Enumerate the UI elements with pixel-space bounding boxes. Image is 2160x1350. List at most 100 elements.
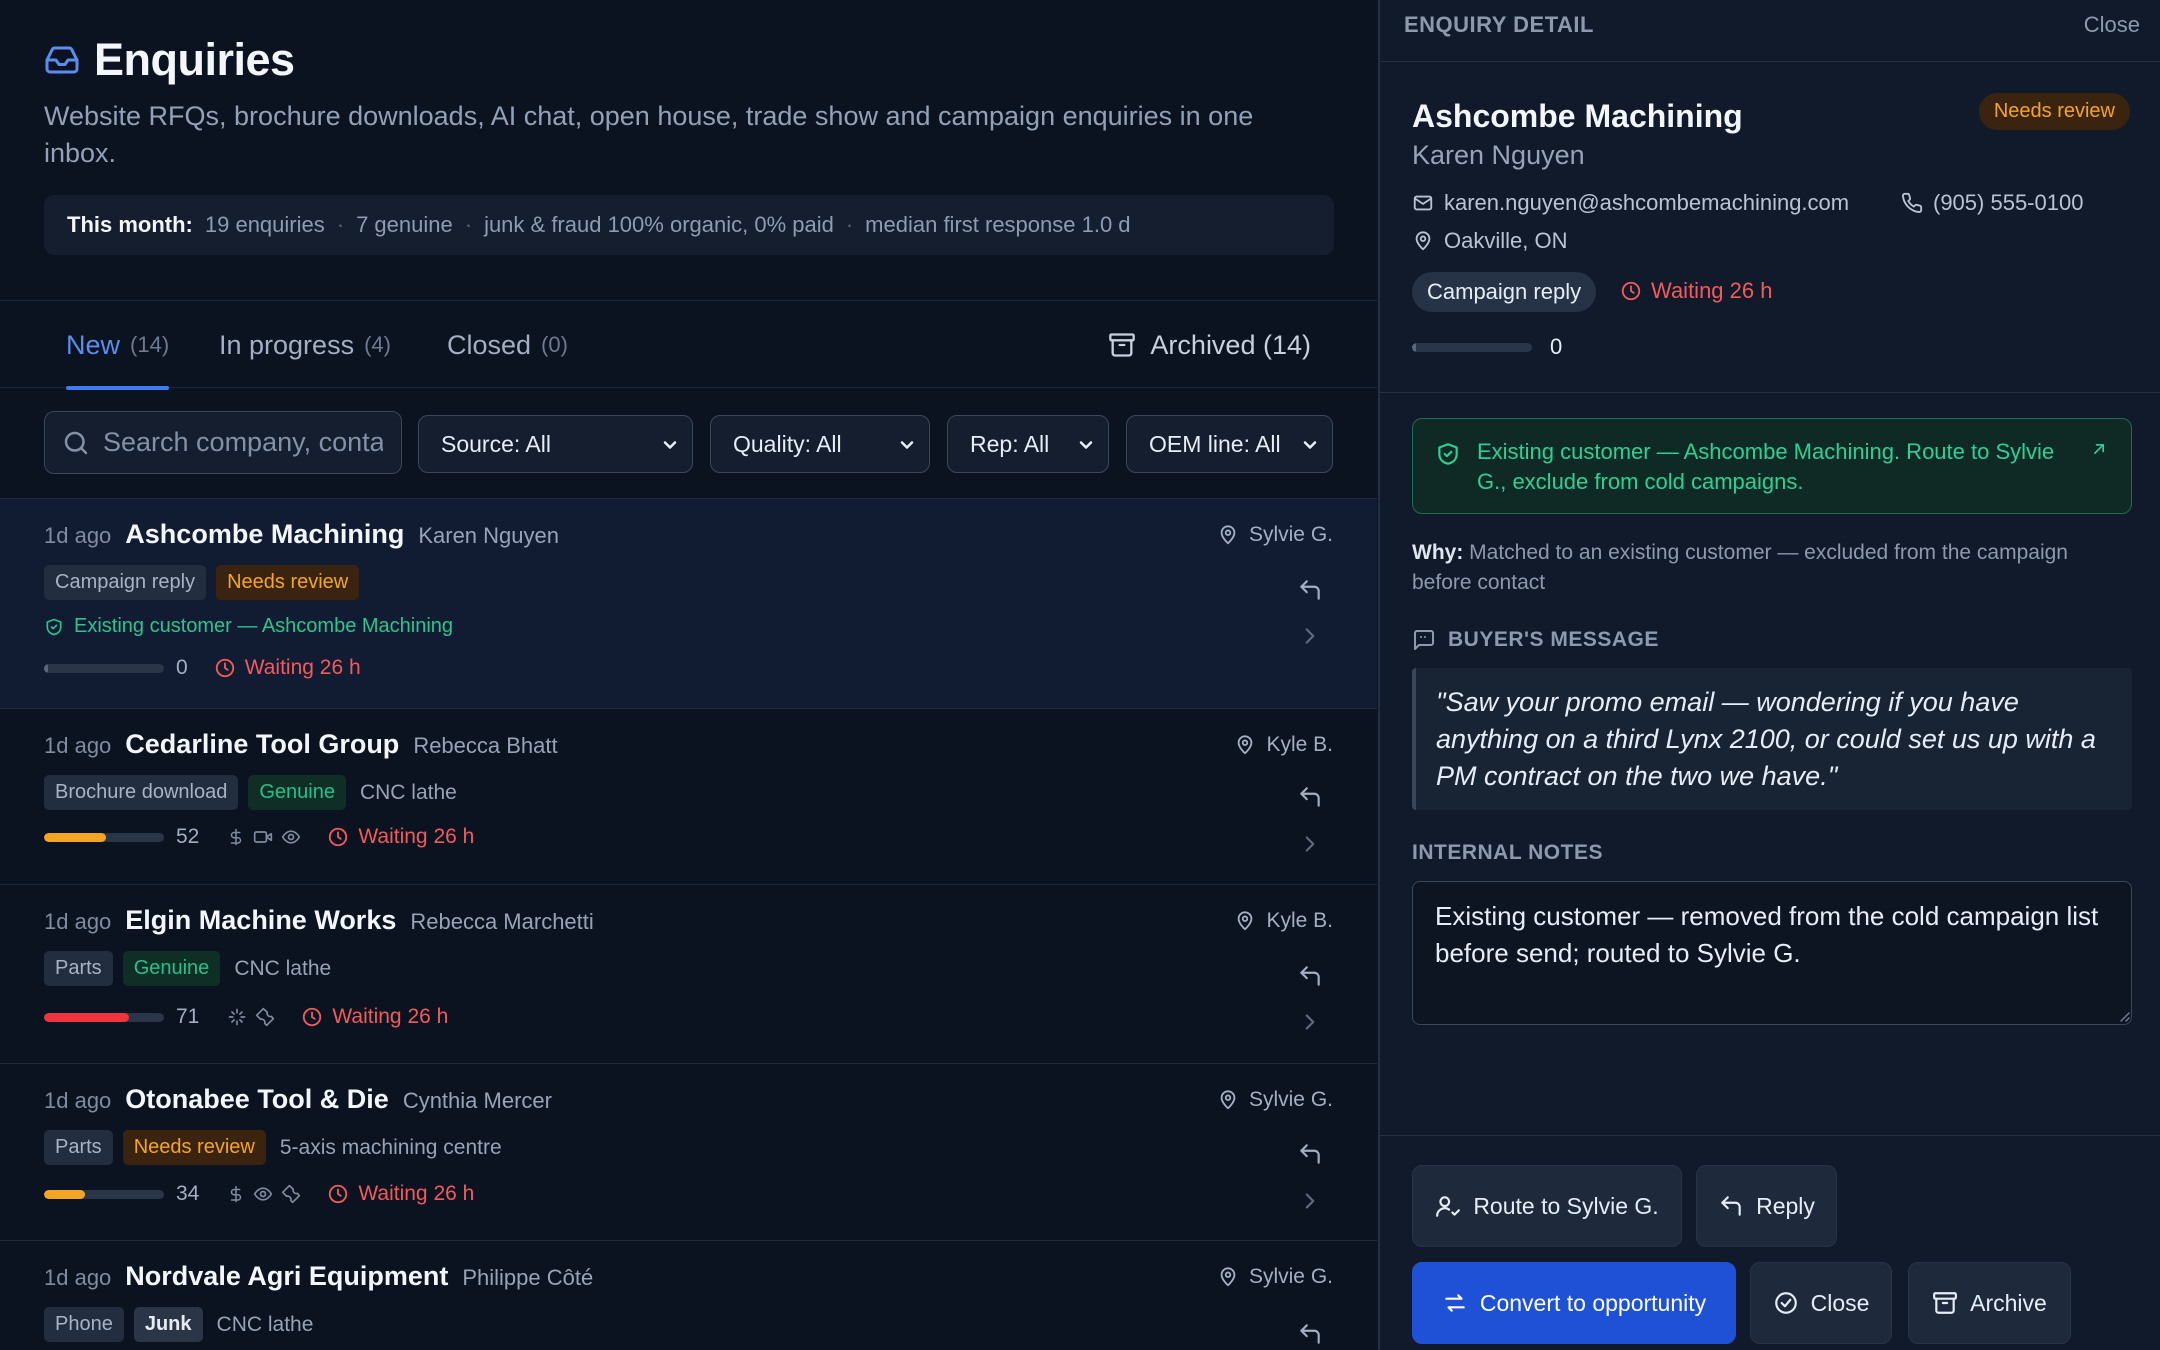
reply-icon[interactable] [1297,784,1323,810]
chevron-down-icon [1076,435,1096,455]
existing-customer-alert[interactable]: Existing customer — Ashcombe Machining. … [1412,418,2132,514]
chevron-right-icon[interactable] [1297,1188,1323,1214]
archive-button[interactable]: Archive [1908,1262,2071,1344]
tab-closed[interactable]: Closed (0) [447,301,568,389]
row-rep: Kyle B. [1234,909,1333,933]
quality-tag: Needs review [216,565,360,600]
external-link-icon[interactable] [2089,439,2109,459]
map-pin-icon [1217,524,1239,546]
why-text: Matched to an existing customer — exclud… [1412,541,2068,594]
chevron-right-icon[interactable] [1297,1009,1323,1035]
clock-icon [1620,280,1642,302]
clock-icon [327,1183,349,1205]
map-pin-icon [1412,230,1434,252]
enquiry-row[interactable]: 1d ago Elgin Machine Works Rebecca March… [0,885,1377,1064]
user-check-icon [1435,1193,1461,1219]
row-age: 1d ago [44,1265,112,1290]
resize-grip-icon[interactable] [2116,1008,2130,1022]
reply-icon[interactable] [1297,577,1323,603]
score-bar [44,663,164,673]
row-meta: 71 Waiting 26 h [44,1005,448,1029]
internal-notes-field[interactable]: Existing customer — removed from the col… [1412,881,2132,1025]
signal-icons [227,827,301,847]
row-rep: Sylvie G. [1217,1088,1333,1112]
tab-archived-label: Archived (14) [1150,329,1311,360]
detail-score: 0 [1412,334,1562,360]
signal-icons [227,1184,301,1204]
detail-email[interactable]: karen.nguyen@ashcombemachining.com [1412,190,1849,216]
phone-icon [1901,192,1923,214]
close-detail-link[interactable]: Close [2084,12,2140,38]
enquiry-row[interactable]: 1d ago Cedarline Tool Group Rebecca Bhat… [0,709,1377,885]
reply-button-label: Reply [1756,1192,1815,1219]
score-bar [44,1189,164,1199]
search-input[interactable] [103,427,383,458]
route-to-rep-button[interactable]: Route to Sylvie G. [1412,1165,1682,1247]
source-filter-select[interactable]: Source: All [418,415,693,473]
tab-count: (4) [364,332,391,357]
signal-icons [227,1007,275,1027]
row-rep-name: Kyle B. [1266,909,1333,932]
tab-in-progress[interactable]: In progress (4) [219,301,391,389]
detail-phone[interactable]: (905) 555-0100 [1901,190,2083,216]
chevron-right-icon[interactable] [1297,831,1323,857]
page-subtitle: Website RFQs, brochure downloads, AI cha… [44,101,1254,168]
detail-phone-text: (905) 555-0100 [1933,190,2084,215]
oem-filter-select[interactable]: OEM line: All [1126,415,1333,473]
rep-filter-select[interactable]: Rep: All [947,415,1109,473]
inbox-icon [44,42,80,78]
archive-icon [1932,1290,1958,1316]
waiting-text: Waiting 26 h [358,1182,475,1205]
reply-icon[interactable] [1297,963,1323,989]
buyer-message-heading: BUYER'S MESSAGE [1412,628,1659,652]
score-bar [1412,342,1532,352]
enquiry-row[interactable]: 1d ago Ashcombe Machining Karen Nguyen S… [0,499,1377,709]
quality-tag: Needs review [122,1130,266,1165]
clock-icon [214,657,236,679]
enquiries-list-pane: Enquiries Website RFQs, brochure downloa… [0,0,1377,1350]
row-age: 1d ago [44,1088,112,1113]
detail-location-text: Oakville, ON [1444,228,1568,253]
row-header: 1d ago Elgin Machine Works Rebecca March… [44,905,594,936]
reply-icon[interactable] [1297,1141,1323,1167]
source-tag: Campaign reply [44,565,207,600]
reply-icon[interactable] [1297,1321,1323,1347]
existing-customer-text: Existing customer — Ashcombe Machining [74,615,454,637]
convert-to-opportunity-button[interactable]: Convert to opportunity [1412,1262,1736,1344]
quality-tag: Junk [133,1307,203,1342]
mail-icon [1412,192,1434,214]
score-bar-fill [44,1189,85,1199]
alert-text: Existing customer — Ashcombe Machining. … [1477,439,2055,494]
close-enquiry-button[interactable]: Close [1750,1262,1892,1344]
score-value: 52 [176,825,200,848]
wrench-icon [255,1007,275,1027]
why-explanation: Why: Matched to an existing customer — e… [1412,538,2132,598]
score-value: 71 [176,1005,200,1028]
stats-label: This month: [67,212,193,237]
waiting-text: Waiting 26 h [244,656,361,679]
enquiry-row[interactable]: 1d ago Nordvale Agri Equipment Philippe … [0,1241,1377,1350]
row-rep: Kyle B. [1234,733,1333,757]
stats-junk: junk & fraud 100% organic, 0% paid [484,212,834,237]
enquiry-row[interactable]: 1d ago Otonabee Tool & Die Cynthia Merce… [0,1064,1377,1241]
reply-button[interactable]: Reply [1696,1165,1837,1247]
rep-filter-value: Rep: All [970,430,1050,457]
detail-location: Oakville, ON [1412,228,1567,254]
chevron-right-icon[interactable] [1297,623,1323,649]
message-icon [1412,628,1436,652]
map-pin-icon [1234,734,1256,756]
tab-count: (14) [130,332,170,357]
row-contact: Cynthia Mercer [402,1088,552,1113]
score-value: 0 [176,656,188,679]
detail-waiting: Waiting 26 h [1620,278,1772,304]
score-bar-fill [1412,342,1416,352]
source-tag: Brochure download [44,775,239,810]
detail-email-text: karen.nguyen@ashcombemachining.com [1444,190,1850,215]
score-bar [44,832,164,842]
chevron-down-icon [897,435,917,455]
buyer-message-heading-text: BUYER'S MESSAGE [1448,628,1659,651]
tab-archived[interactable]: Archived (14) [1108,301,1311,389]
tab-new[interactable]: New (14) [66,301,170,390]
quality-filter-select[interactable]: Quality: All [710,415,930,473]
oem-line: 5-axis machining centre [279,1135,502,1159]
